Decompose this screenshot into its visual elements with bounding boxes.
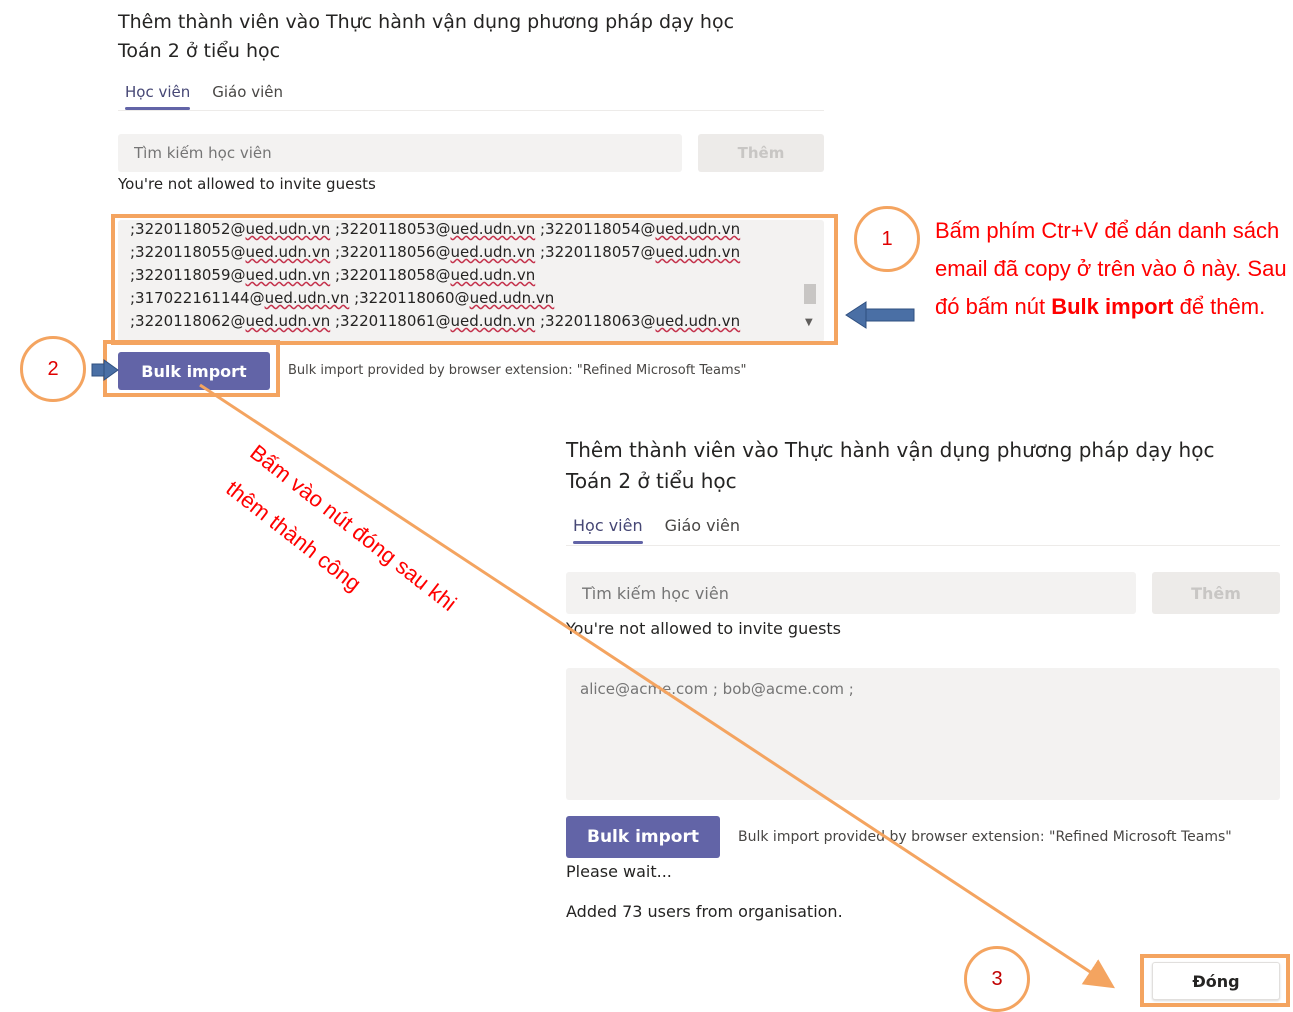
instruction-text: Bấm phím Ctr+V để dán danh sách email đã… <box>935 212 1291 326</box>
email-domain: ued.udn.vn <box>245 220 331 238</box>
tabs-divider <box>118 110 824 111</box>
close-button[interactable]: Đóng <box>1152 962 1280 1000</box>
dialog-title: Thêm thành viên vào Thực hành vận dụng p… <box>118 8 838 66</box>
email-domain: ued.udn.vn <box>450 312 536 330</box>
scroll-thumb[interactable] <box>804 284 816 304</box>
step-1-marker: 1 <box>854 206 920 272</box>
bulk-import-button[interactable]: Bulk import <box>118 352 270 390</box>
dialog-title-line1: Thêm thành viên vào Thực hành vận dụng p… <box>566 438 1215 462</box>
email-prefix: ;3220118052@ <box>130 220 246 238</box>
email-textarea[interactable]: ;3220118052@ued.udn.vn ;3220118053@ued.u… <box>118 220 824 342</box>
close-highlight-box <box>1140 954 1290 1007</box>
email-lines: ;3220118052@ued.udn.vn ;3220118053@ued.u… <box>130 220 740 333</box>
email-domain: ued.udn.vn <box>655 243 741 261</box>
email-domain: ued.udn.vn <box>245 243 331 261</box>
tab-students[interactable]: Học viên <box>573 516 643 544</box>
instruction-part2: để thêm. <box>1179 294 1266 319</box>
member-tabs: Học viên Giáo viên <box>573 516 740 544</box>
email-prefix: ;3220118054@ <box>535 220 656 238</box>
email-prefix: ;3220118061@ <box>330 312 451 330</box>
email-textarea[interactable] <box>566 668 1280 800</box>
email-domain: ued.udn.vn <box>245 266 331 284</box>
top-dialog: Thêm thành viên vào Thực hành vận dụng p… <box>0 0 840 400</box>
email-line: ;3220118059@ued.udn.vn ;3220118058@ued.u… <box>130 264 740 287</box>
email-domain: ued.udn.vn <box>469 289 555 307</box>
email-prefix: ;3220118053@ <box>330 220 451 238</box>
tab-students[interactable]: Học viên <box>125 83 191 110</box>
status-added: Added 73 users from organisation. <box>566 902 843 921</box>
tab-teachers[interactable]: Giáo viên <box>212 83 283 109</box>
email-prefix: ;3220118063@ <box>535 312 656 330</box>
email-prefix: ;3220118055@ <box>130 243 246 261</box>
instruction-bold1: Bulk <box>1051 294 1099 319</box>
email-prefix: ;3220118060@ <box>349 289 470 307</box>
dialog-title-line1: Thêm thành viên vào Thực hành vận dụng p… <box>118 11 735 33</box>
email-domain: ued.udn.vn <box>655 312 741 330</box>
diagonal-instruction-line1: Bấm vào nút đóng sau khi <box>245 439 462 616</box>
email-line: ;3220118052@ued.udn.vn ;3220118053@ued.u… <box>130 220 740 241</box>
tab-teachers[interactable]: Giáo viên <box>665 516 740 543</box>
search-input[interactable] <box>566 572 1136 614</box>
instruction-bold2: import <box>1105 294 1174 319</box>
textarea-scrollbar[interactable]: ▼ <box>802 228 818 334</box>
bulk-import-note: Bulk import provided by browser extensio… <box>738 829 1232 845</box>
bulk-import-note: Bulk import provided by browser extensio… <box>288 363 747 378</box>
email-domain: ued.udn.vn <box>450 243 536 261</box>
dialog-title: Thêm thành viên vào Thực hành vận dụng p… <box>566 435 1291 497</box>
email-line: ;317022161144@ued.udn.vn ;3220118060@ued… <box>130 287 740 310</box>
instruction-part1: Bấm phím Ctr+V để dán danh sách email đã… <box>935 218 1287 319</box>
email-prefix: ;3220118059@ <box>130 266 246 284</box>
email-line: ;3220118055@ued.udn.vn ;3220118056@ued.u… <box>130 241 740 264</box>
guest-note: You're not allowed to invite guests <box>566 619 842 638</box>
search-input[interactable] <box>118 134 682 172</box>
email-domain: ued.udn.vn <box>450 266 536 284</box>
tabs-divider <box>566 545 1280 546</box>
add-button[interactable]: Thêm <box>698 134 824 172</box>
email-domain: ued.udn.vn <box>450 220 536 238</box>
bulk-import-button[interactable]: Bulk import <box>566 816 720 858</box>
email-prefix: ;317022161144@ <box>130 289 265 307</box>
diagonal-arrow <box>199 383 1116 989</box>
add-button[interactable]: Thêm <box>1152 572 1280 614</box>
scroll-down-arrow-icon[interactable]: ▼ <box>805 311 813 334</box>
status-wait: Please wait... <box>566 862 672 881</box>
email-line: ;3220118062@ued.udn.vn ;3220118061@ued.u… <box>130 310 740 333</box>
diagonal-instruction-line2: thêm thành công <box>221 475 366 597</box>
email-prefix: ;3220118057@ <box>535 243 656 261</box>
dialog-title-line2: Toán 2 ở tiểu học <box>566 469 737 493</box>
guest-note: You're not allowed to invite guests <box>118 175 376 193</box>
dialog-title-line2: Toán 2 ở tiểu học <box>118 40 281 62</box>
email-domain: ued.udn.vn <box>245 312 331 330</box>
email-prefix: ;3220118058@ <box>330 266 451 284</box>
step-3-marker: 3 <box>964 946 1030 1012</box>
email-prefix: ;3220118056@ <box>330 243 451 261</box>
member-tabs: Học viên Giáo viên <box>125 83 283 110</box>
email-domain: ued.udn.vn <box>655 220 741 238</box>
email-prefix: ;3220118062@ <box>130 312 246 330</box>
email-domain: ued.udn.vn <box>264 289 350 307</box>
blue-arrow-left-icon <box>845 301 915 329</box>
